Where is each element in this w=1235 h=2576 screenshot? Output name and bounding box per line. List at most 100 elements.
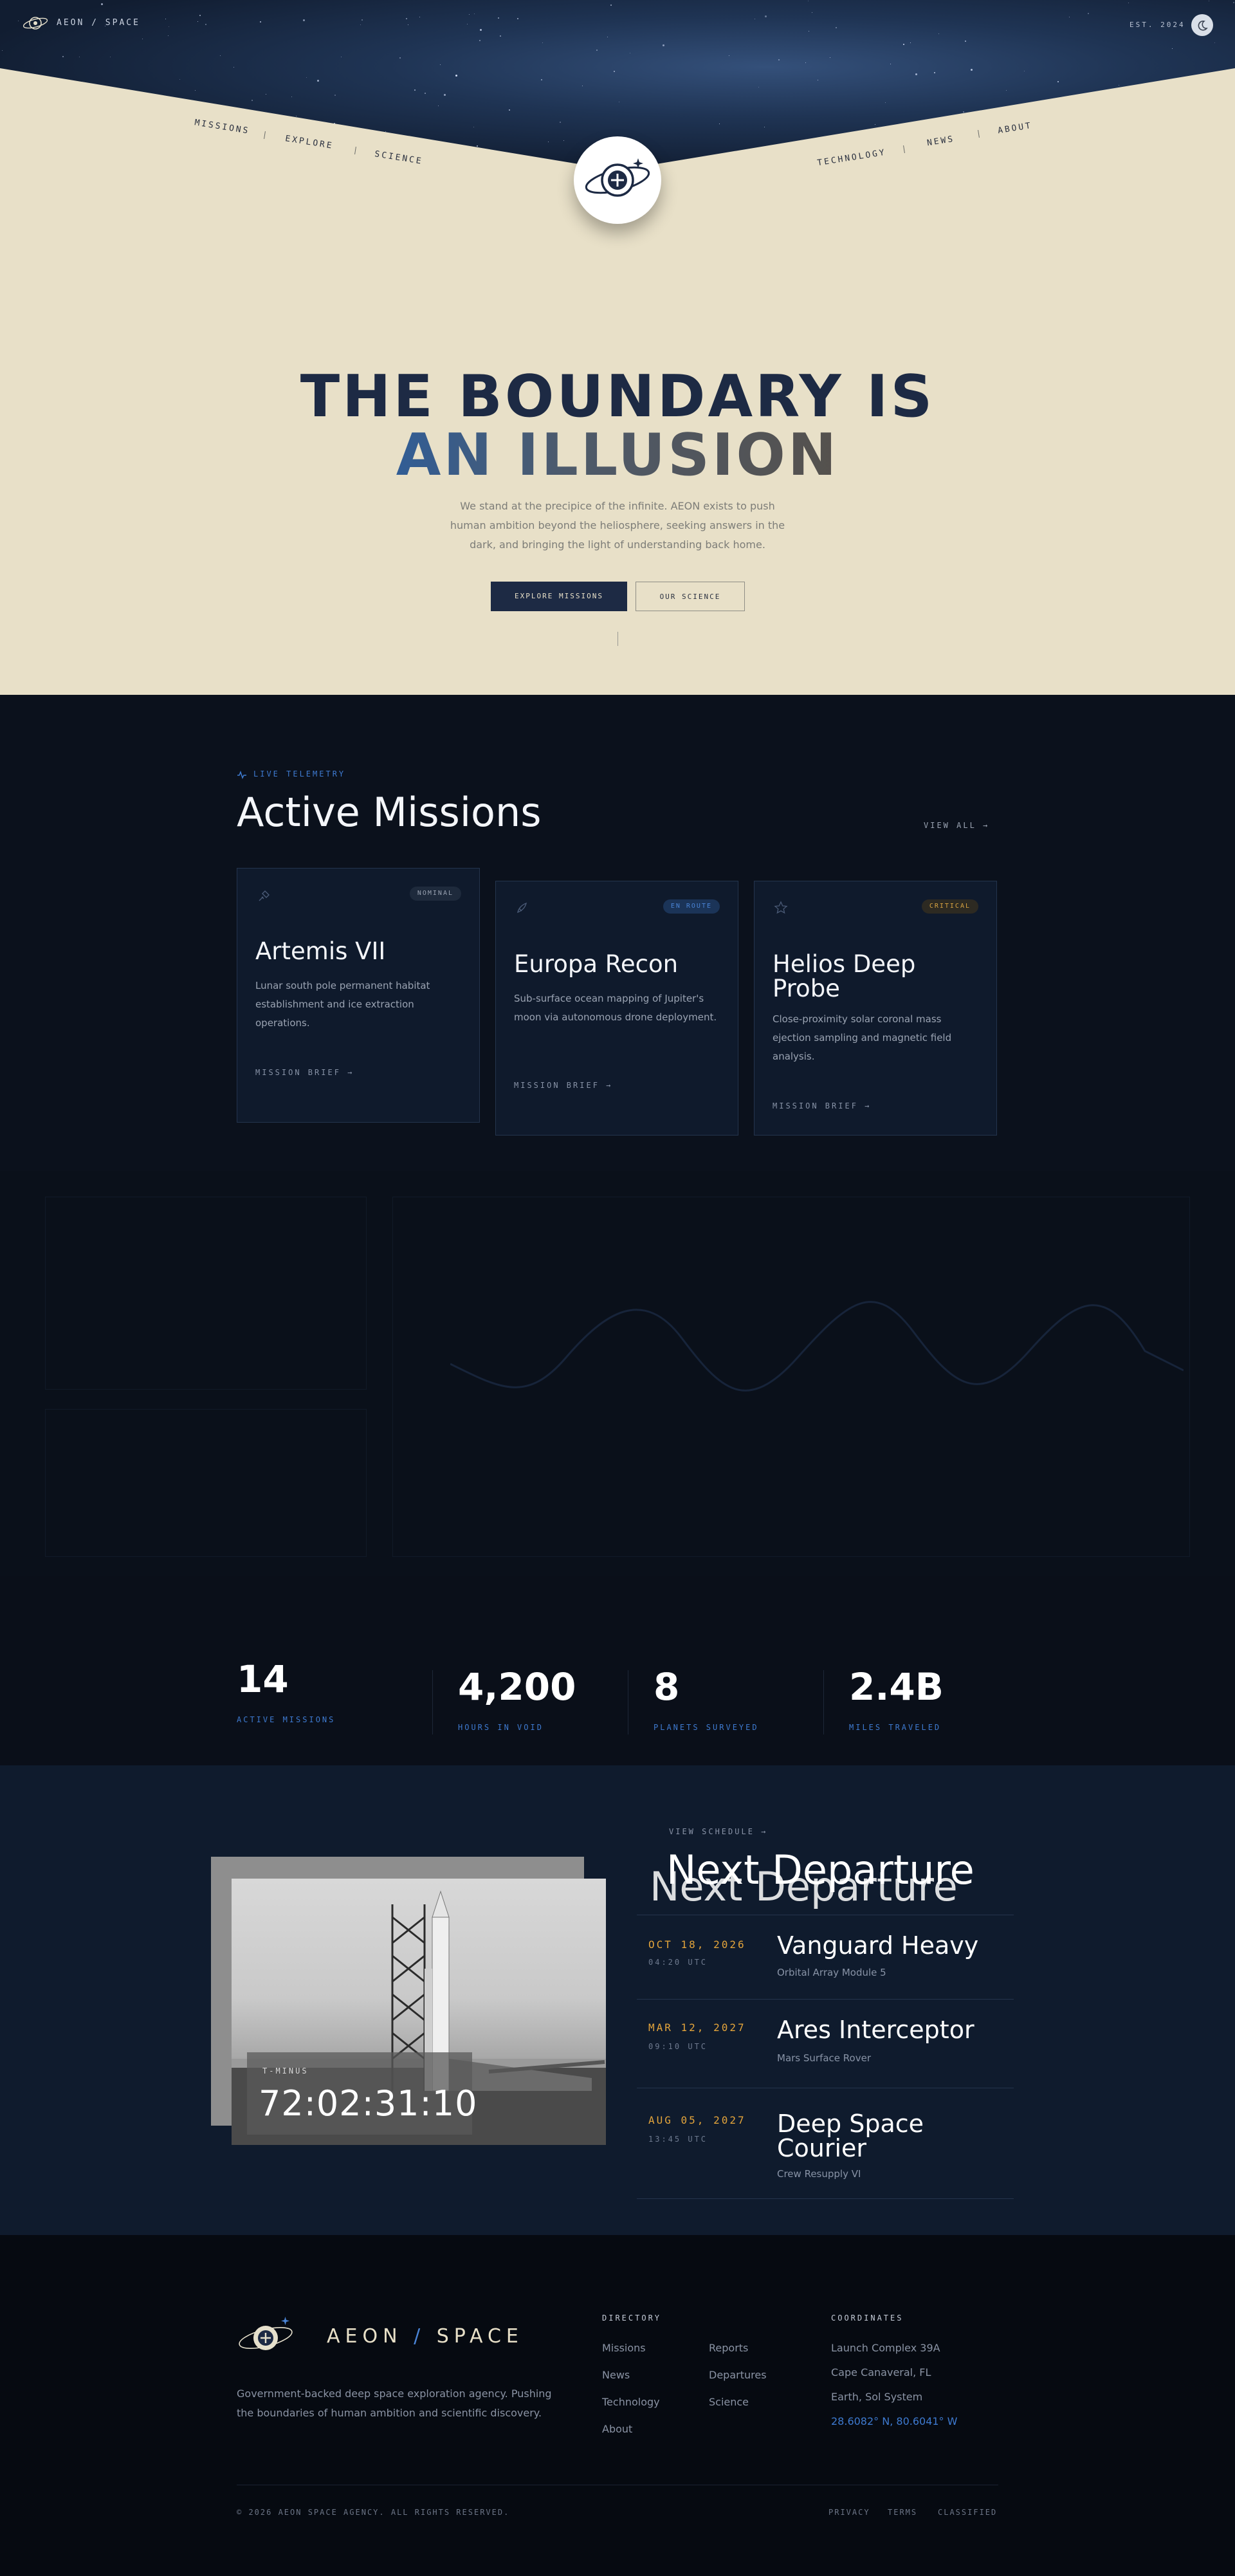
mission-brief-link[interactable]: MISSION BRIEF →	[773, 1101, 871, 1110]
star-dot	[805, 62, 806, 63]
star-dot	[303, 19, 305, 21]
departure-row[interactable]: AUG 05, 2027 13:45 UTC Deep Space Courie…	[637, 2088, 1014, 2199]
mission-title: Europa Recon	[514, 950, 679, 978]
star-dot	[910, 42, 911, 43]
star-dot	[1088, 13, 1089, 14]
theme-toggle-button[interactable]	[1191, 14, 1213, 36]
departure-date: MAR 12, 2027	[648, 2021, 746, 2034]
star-icon	[774, 901, 788, 914]
mission-brief-link[interactable]: MISSION BRIEF →	[514, 1081, 612, 1090]
star-dot	[440, 64, 441, 65]
footer-link-about[interactable]: About	[602, 2423, 632, 2435]
star-dot	[334, 95, 336, 96]
brand-logo-icon[interactable]	[22, 12, 49, 35]
star-dot	[2, 50, 3, 51]
coordinates-line: Launch Complex 39A	[831, 2342, 940, 2354]
stat-value: 4,200	[458, 1665, 576, 1709]
orbit-logo-icon	[585, 158, 650, 197]
stats-section	[0, 1576, 1235, 1765]
mission-brief-link[interactable]: MISSION BRIEF →	[255, 1068, 354, 1077]
star-dot	[360, 24, 361, 25]
star-dot	[479, 40, 480, 41]
telemetry-background-panel	[0, 1171, 1235, 1576]
arrow-right-icon: →	[983, 821, 990, 830]
star-dot	[168, 35, 169, 36]
footer-brand[interactable]: AEON / SPACE	[327, 2325, 524, 2348]
footer-link-technology[interactable]: Technology	[602, 2396, 660, 2408]
hero-title-line2: AN ILLUSION	[0, 421, 1235, 489]
star-dot	[260, 21, 261, 23]
star-dot	[509, 109, 510, 111]
telemetry-frame-left	[45, 1197, 367, 1390]
countdown-value: 72:02:31:10	[259, 2083, 478, 2124]
star-dot	[385, 131, 386, 132]
telemetry-frame-left-bottom	[45, 1409, 367, 1557]
mission-card-europa[interactable]: EN ROUTE Europa Recon Sub-surface ocean …	[495, 881, 738, 1136]
footer-link-science[interactable]: Science	[709, 2396, 749, 2408]
star-dot	[1214, 42, 1215, 43]
stat-divider	[432, 1670, 433, 1734]
footer-link-news[interactable]: News	[602, 2369, 630, 2381]
departure-time: 13:45 UTC	[648, 2135, 708, 2144]
departure-row[interactable]: MAR 12, 2027 09:10 UTC Ares Interceptor …	[637, 2000, 1014, 2088]
rocket-icon	[517, 902, 527, 914]
star-dot	[455, 75, 457, 77]
departure-date: AUG 05, 2027	[648, 2114, 746, 2126]
stat-label: PLANETS SURVEYED	[654, 1723, 759, 1732]
star-dot	[1172, 48, 1173, 49]
view-all-link[interactable]: VIEW ALL →	[924, 821, 989, 830]
star-dot	[414, 89, 416, 91]
arrow-right-icon: →	[864, 1101, 872, 1110]
est-label: EST. 2024	[1130, 21, 1185, 29]
departure-payload: Crew Resupply VI	[777, 2168, 861, 2180]
arrow-right-icon: →	[606, 1081, 613, 1090]
star-dot	[915, 73, 917, 75]
footer-link-departures[interactable]: Departures	[709, 2369, 767, 2381]
legal-terms-link[interactable]: TERMS	[888, 2508, 917, 2517]
star-dot	[663, 44, 664, 46]
legal-privacy-link[interactable]: PRIVACY	[828, 2508, 870, 2517]
star-dot	[469, 14, 470, 15]
logo-badge[interactable]	[574, 136, 661, 224]
star-dot	[399, 57, 401, 59]
brand-wordmark[interactable]: AEON / SPACE	[57, 18, 140, 28]
star-dot	[542, 42, 543, 43]
view-schedule-link[interactable]: VIEW SCHEDULE →	[669, 1827, 767, 1836]
star-dot	[498, 17, 499, 19]
star-dot	[306, 77, 307, 78]
star-dot	[195, 90, 196, 91]
departures-title: Next Departure	[666, 1846, 974, 1893]
footer-link-missions[interactable]: Missions	[602, 2342, 646, 2354]
mission-card-helios[interactable]: CRITICAL Helios Deep Probe Close-proximi…	[754, 881, 997, 1136]
footer-brand-slash: /	[414, 2325, 426, 2348]
star-dot	[563, 140, 564, 141]
star-dot	[541, 79, 542, 80]
footer-link-reports[interactable]: Reports	[709, 2342, 748, 2354]
departure-payload: Mars Surface Rover	[777, 2052, 871, 2064]
star-dot	[938, 33, 939, 34]
star-dot	[179, 79, 180, 80]
star-dot	[477, 145, 478, 147]
explore-missions-button[interactable]: EXPLORE MISSIONS	[491, 582, 627, 611]
legal-classified-link[interactable]: CLASSIFIED	[938, 2508, 997, 2517]
telemetry-wave	[450, 1301, 1184, 1392]
stat-value: 14	[237, 1657, 289, 1701]
stat-value: 8	[654, 1665, 680, 1709]
coordinates-gps-link[interactable]: 28.6082° N, 80.6041° W	[831, 2415, 957, 2427]
hero-paragraph: We stand at the precipice of the infinit…	[450, 500, 785, 551]
star-dot	[517, 18, 518, 19]
missions-title: Active Missions	[237, 789, 542, 836]
countdown-panel: T-MINUS 72:02:31:10	[247, 2052, 477, 2135]
star-dot	[963, 111, 964, 113]
mission-card-artemis[interactable]: NOMINAL Artemis VII Lunar south pole per…	[237, 868, 480, 1123]
satellite-icon	[259, 890, 270, 901]
footer-brand-left: AEON	[327, 2325, 403, 2348]
departure-row[interactable]: OCT 18, 2026 04:20 UTC Vanguard Heavy Or…	[637, 1915, 1014, 2000]
star-dot	[965, 41, 966, 42]
departure-time: 09:10 UTC	[648, 2042, 708, 2051]
our-science-button[interactable]: OUR SCIENCE	[636, 582, 745, 611]
stat-label: ACTIVE MISSIONS	[237, 1715, 336, 1724]
footer-logo[interactable]	[237, 2312, 295, 2361]
star-dot	[1006, 90, 1007, 91]
departure-name: Deep Space Courier	[777, 2110, 924, 2162]
